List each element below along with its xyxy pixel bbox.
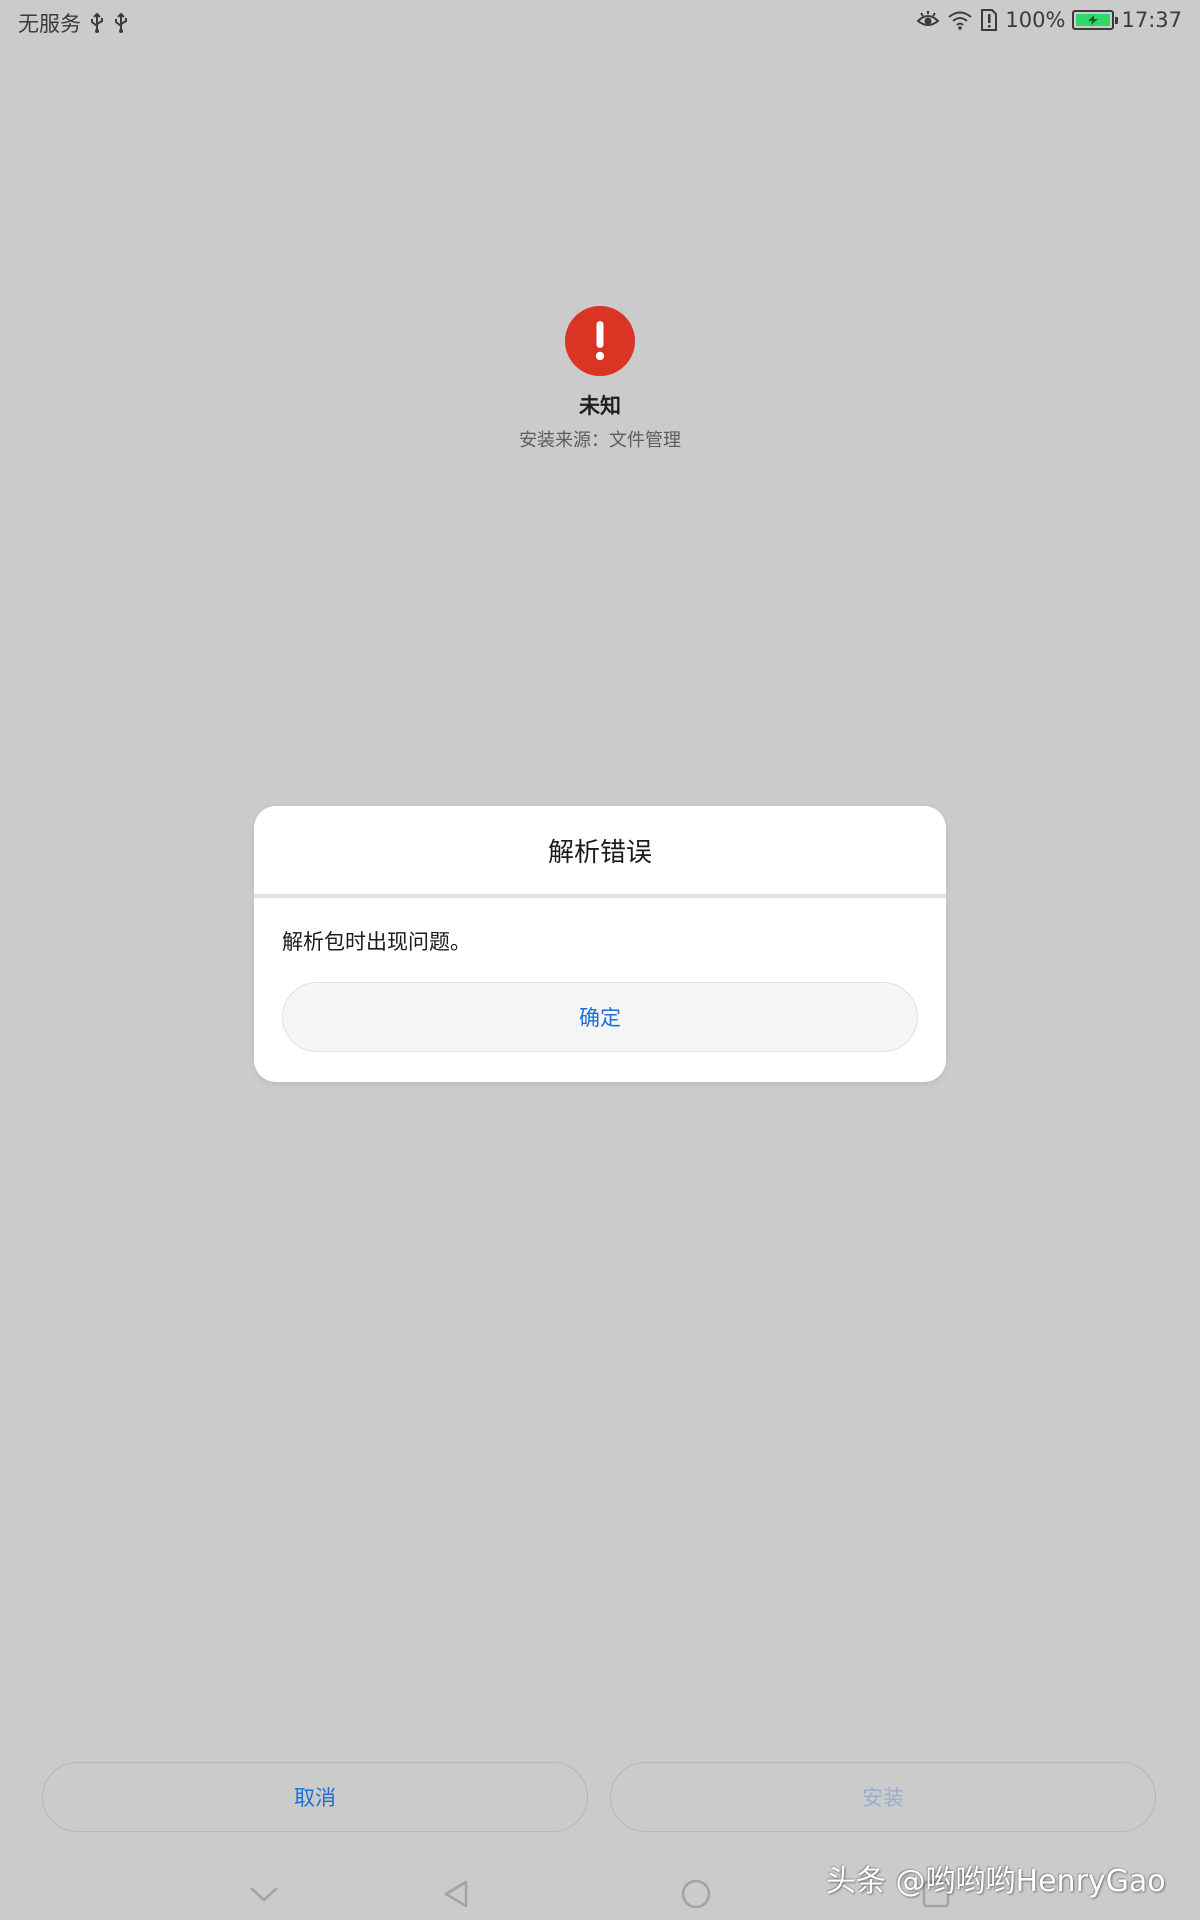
wifi-icon: [947, 10, 973, 30]
status-bar: 无服务 100% 17:37: [0, 0, 1200, 44]
usb-debug-icon: [113, 12, 129, 34]
install-source: 安装来源：文件管理: [519, 430, 681, 451]
status-right: 100% 17:37: [916, 8, 1182, 32]
carrier-text: 无服务: [18, 12, 81, 36]
back-icon[interactable]: [436, 1874, 476, 1914]
parse-error-dialog: 解析错误 解析包时出现问题。 确定: [254, 806, 946, 1082]
dialog-message: 解析包时出现问题。: [282, 930, 471, 954]
cancel-button[interactable]: 取消: [42, 1762, 588, 1832]
app-header: 未知 安装来源：文件管理: [0, 306, 1200, 452]
status-left: 无服务: [18, 8, 129, 38]
battery-percent: 100%: [1005, 8, 1066, 32]
install-button[interactable]: 安装: [610, 1762, 1156, 1832]
dialog-divider: [254, 894, 946, 898]
clock: 17:37: [1121, 8, 1182, 32]
sim-alert-icon: [980, 8, 998, 32]
app-name: 未知: [579, 394, 621, 418]
ok-button[interactable]: 确定: [282, 982, 918, 1052]
exclamation-icon: [565, 306, 635, 376]
battery-icon: [1072, 10, 1119, 30]
eye-comfort-icon: [916, 10, 940, 30]
home-icon[interactable]: [676, 1874, 716, 1914]
battery-level: [1076, 14, 1111, 26]
hide-nav-chevron-icon[interactable]: [244, 1874, 284, 1914]
usb-icon: [89, 12, 105, 34]
dialog-title: 解析错误: [547, 837, 652, 868]
watermark: 头条 @哟哟哟HenryGao: [826, 1864, 1166, 1899]
charging-icon: [1088, 15, 1099, 25]
